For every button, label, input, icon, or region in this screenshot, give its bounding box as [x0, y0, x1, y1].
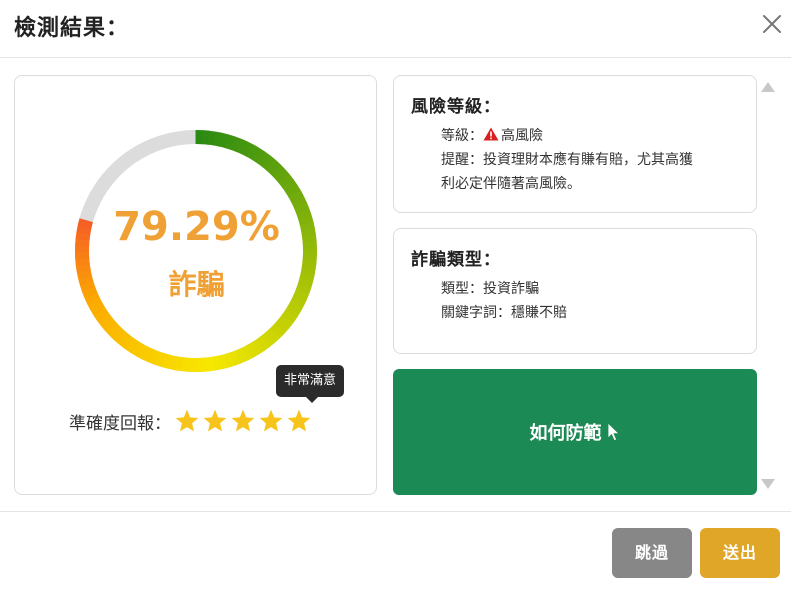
gauge-arc-segment — [213, 131, 224, 147]
gauge-arc-segment — [109, 326, 125, 342]
gauge-arc-segment — [230, 136, 243, 153]
gauge-arc-segment — [207, 130, 217, 146]
star-icon[interactable] — [229, 408, 257, 434]
risk-reminder-line-1: 提醒：投資理財本應有賺有賠，尤其高獲 — [441, 152, 693, 168]
risk-level-line: 等級： 高風險 — [441, 125, 543, 147]
warning-icon — [483, 127, 499, 141]
triangle-down-icon[interactable] — [761, 479, 775, 489]
gauge-arc-segment — [287, 299, 304, 313]
gauge-arc-segment — [125, 337, 139, 354]
gauge-arc-segment — [211, 355, 222, 371]
risk-level-prefix: 等級： — [441, 128, 483, 144]
gauge-arc-segment — [89, 302, 106, 316]
gauge-arc-segment — [148, 349, 161, 366]
gauge-arc-segment — [136, 344, 150, 360]
gauge-arc-segment — [142, 346, 155, 363]
gauge-arc-segment — [278, 174, 295, 189]
score-percent: 79.29% — [113, 204, 280, 250]
gauge-arc-segment — [234, 348, 247, 364]
gauge-arc-segment — [173, 356, 184, 372]
gauge-arc-segment — [205, 356, 215, 372]
dialog-header: 檢測結果： — [0, 0, 791, 58]
gauge-arc-segment — [282, 179, 298, 194]
gauge-arc-segment — [270, 164, 286, 180]
fraud-type-card-title: 詐騙類型： — [411, 250, 501, 270]
gauge-arc-segment — [245, 342, 259, 359]
gauge-arc-segment — [96, 312, 113, 327]
gauge-arc-segment — [130, 340, 145, 357]
fraud-keyword-line: 關鍵字詞：穩賺不賠 — [441, 305, 567, 321]
gauge-arc-segment — [240, 345, 253, 362]
risk-card-title: 風險等級： — [411, 97, 501, 117]
gauge-arc-segment — [119, 334, 134, 350]
gauge-arc-segment — [217, 354, 228, 370]
rating-stars — [173, 408, 313, 434]
accuracy-rating: 準確度回報： — [69, 408, 313, 434]
star-icon[interactable] — [285, 408, 313, 434]
fraud-type-line: 類型：投資詐騙 — [441, 281, 539, 297]
gauge-arc-segment — [266, 159, 282, 175]
gauge-arc-segment — [281, 309, 297, 324]
gauge-arc-segment — [235, 138, 249, 155]
how-to-prevent-button[interactable]: 如何防範 — [393, 369, 757, 495]
gauge-arc-segment — [256, 151, 271, 168]
footer-divider — [0, 511, 791, 512]
gauge-arc-segment — [114, 330, 130, 346]
cursor-icon — [607, 422, 620, 442]
gauge-arc-segment — [255, 335, 270, 352]
star-icon[interactable] — [201, 408, 229, 434]
how-to-prevent-label: 如何防範 — [529, 423, 602, 444]
gauge-arc-segment — [224, 134, 236, 151]
star-icon[interactable] — [257, 408, 285, 434]
close-icon[interactable] — [760, 12, 784, 36]
star-icon[interactable] — [173, 408, 201, 434]
gauge-arc-segment — [105, 321, 121, 337]
gauge-arc-segment — [100, 317, 117, 332]
gauge-arc-segment — [93, 307, 109, 322]
risk-level-card: 風險等級： 等級： 高風險 提醒：投資理財本應有賺有賠，尤其高獲 利必定伴隨著高風… — [393, 75, 757, 213]
triangle-up-icon[interactable] — [761, 82, 775, 92]
gauge-arc-segment — [229, 350, 241, 367]
gauge-arc-segment — [180, 357, 190, 372]
gauge-arc-segment — [284, 304, 301, 319]
gauge-arc-segment — [269, 323, 285, 339]
gauge-arc-segment — [261, 155, 277, 171]
gauge-arc-segment — [260, 332, 275, 348]
gauge-arc-segment — [273, 319, 289, 335]
risk-level-value: 高風險 — [501, 128, 543, 144]
rating-tooltip: 非常滿意 — [276, 365, 345, 403]
gauge-arc-segment — [160, 353, 172, 369]
gauge-arc-segment — [265, 328, 280, 344]
gauge-arc-segment — [250, 339, 265, 356]
gauge-arc-segment — [251, 147, 266, 164]
gauge-arc-segment — [277, 314, 294, 330]
verdict-label: 詐騙 — [168, 268, 225, 301]
result-card: 79.29% 詐騙 非常滿意 準確度回報： — [14, 75, 377, 495]
skip-button[interactable]: 跳過 — [612, 528, 692, 578]
gauge-arc-segment — [285, 184, 302, 199]
gauge-arc-segment — [154, 351, 166, 368]
submit-button[interactable]: 送出 — [700, 528, 780, 578]
rating-label: 準確度回報： — [69, 413, 171, 434]
gauge-arc-segment — [219, 132, 230, 149]
fraud-type-card: 詐騙類型： 類型：投資詐騙 關鍵字詞：穩賺不賠 — [393, 228, 757, 354]
gauge-arc-segment — [241, 141, 255, 158]
gauge-arc-segment — [201, 130, 210, 145]
gauge-arc-segment — [288, 190, 305, 204]
gauge-arc-segment — [167, 354, 178, 371]
dialog-title: 檢測結果： — [14, 16, 130, 41]
gauge-arc-segment — [223, 352, 235, 368]
gauge-arc-segment — [199, 357, 209, 372]
gauge-arc-segment — [274, 169, 291, 184]
score-gauge — [75, 130, 317, 372]
risk-reminder-line-2: 利必定伴隨著高風險。 — [441, 176, 581, 192]
gauge-arc-segment — [246, 144, 261, 161]
